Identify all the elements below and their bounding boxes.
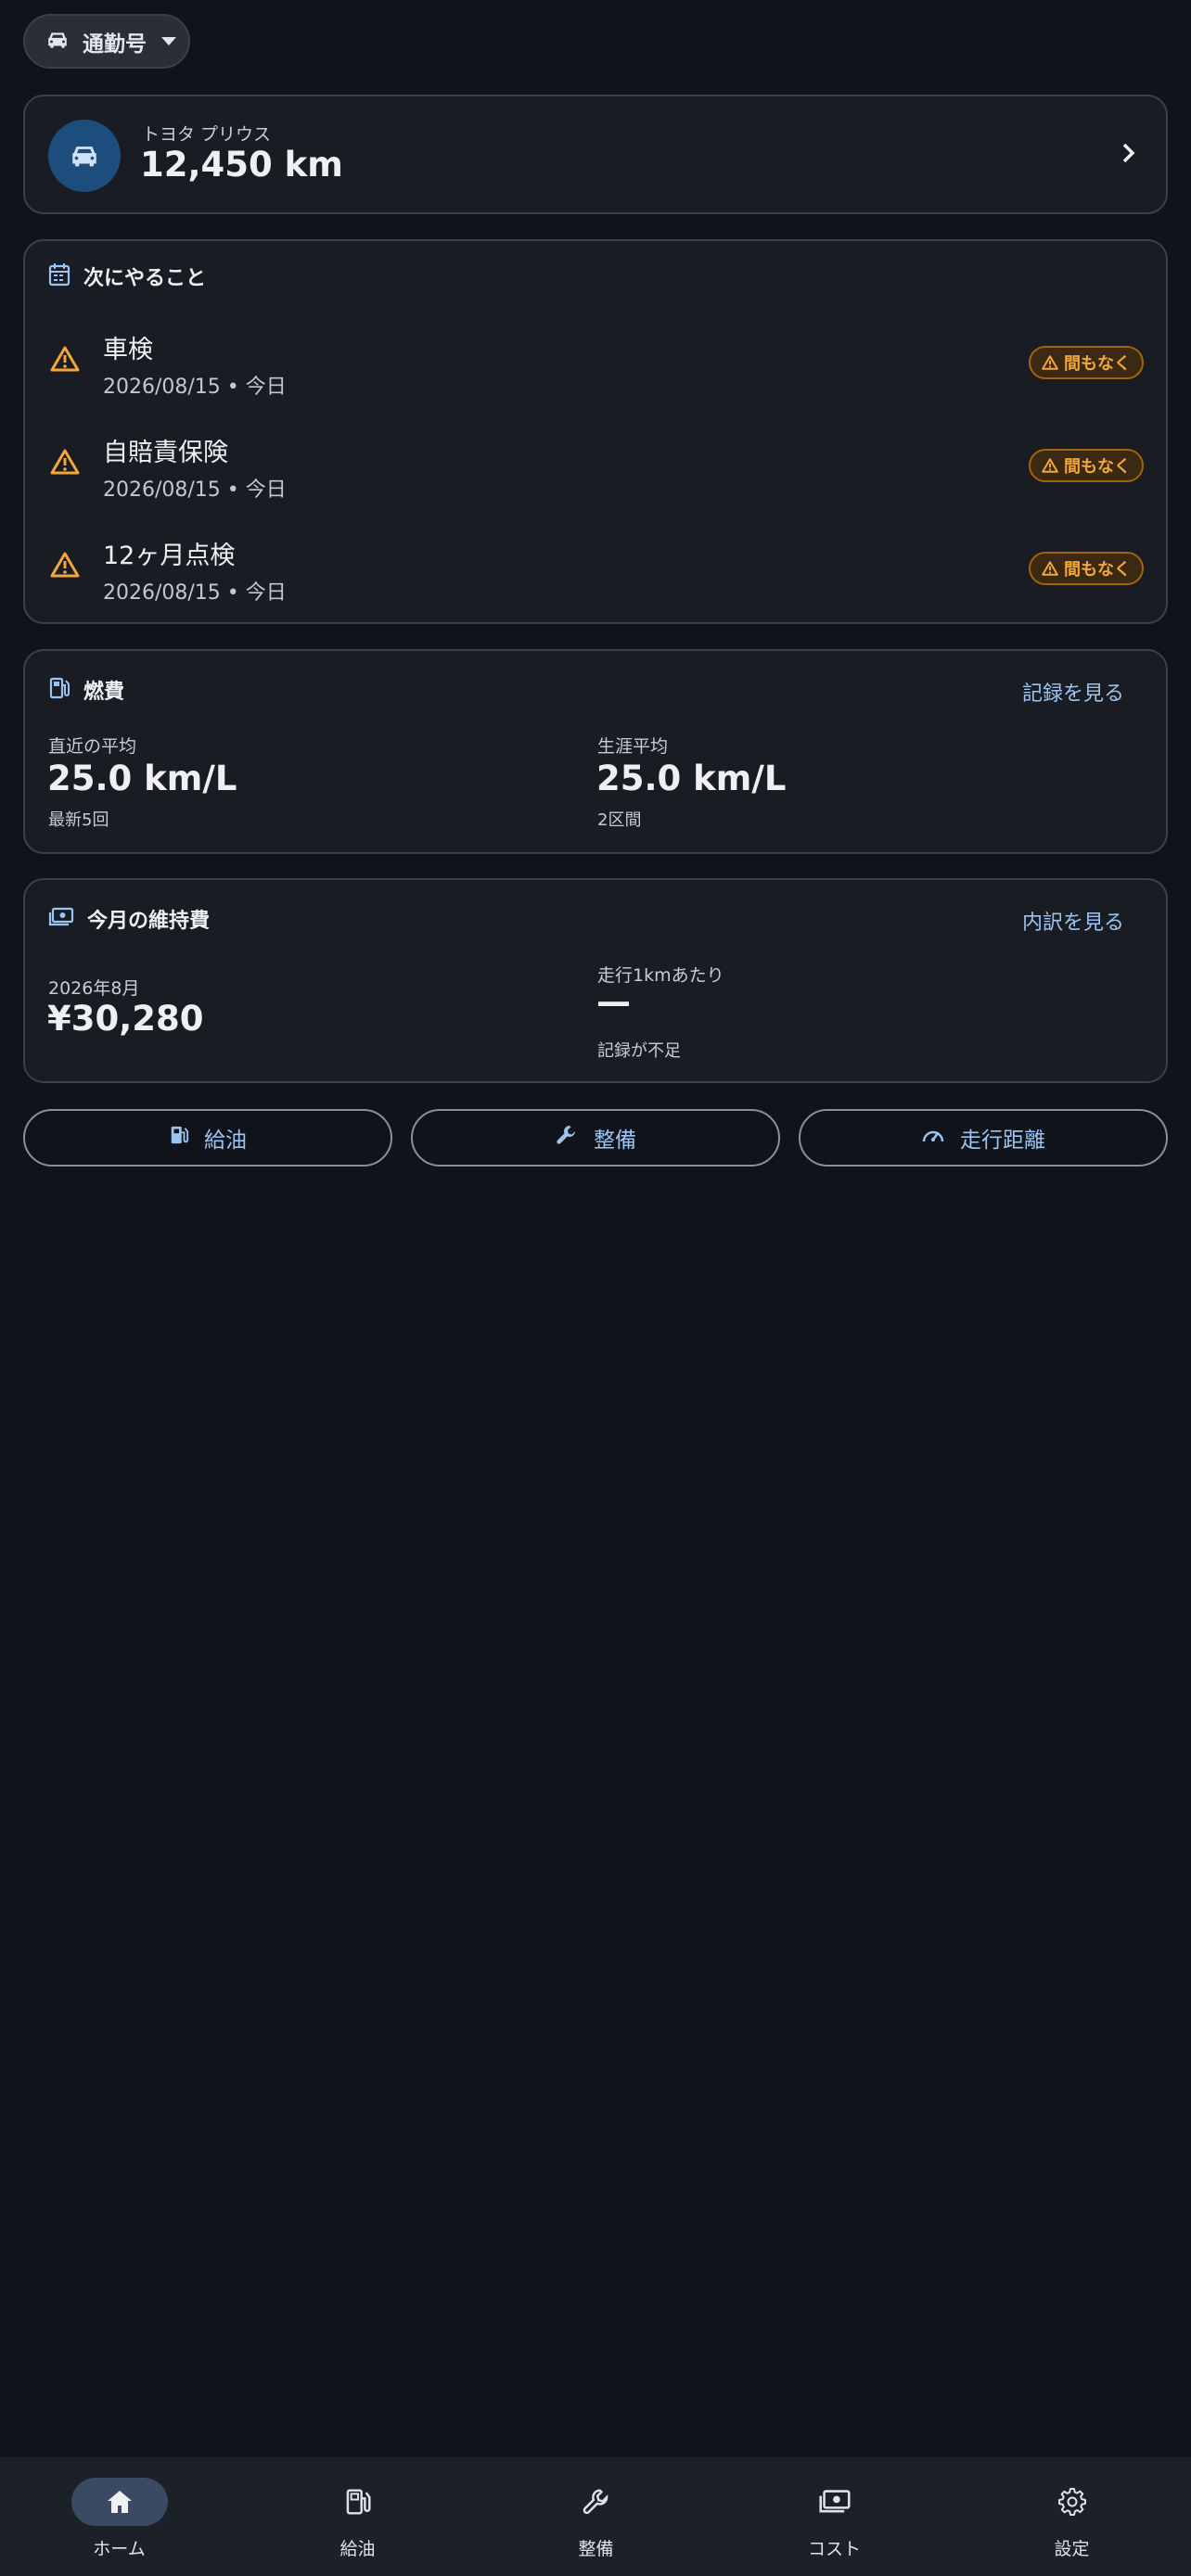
status-badge: 間もなく — [1029, 552, 1144, 585]
vehicle-selector[interactable]: 通勤号 — [23, 14, 190, 69]
gear-icon — [1024, 2478, 1121, 2526]
nav-fuel[interactable]: 給油 — [238, 2457, 477, 2576]
fuel-title: 燃費 — [83, 681, 125, 704]
warning-icon — [1042, 355, 1058, 370]
todo-header: 次にやること — [48, 261, 206, 291]
fuel-pump-icon — [48, 676, 70, 704]
status-badge-label: 間もなく — [1064, 560, 1131, 580]
warning-icon — [1042, 561, 1058, 576]
fuel-pump-icon — [310, 2478, 406, 2526]
recent-average-label: 直近の平均 — [48, 736, 137, 757]
vehicle-card[interactable]: トヨタ プリウス 12,450 km — [23, 95, 1168, 214]
calendar-icon — [48, 262, 70, 290]
per-km-value: — — [596, 982, 631, 1022]
nav-settings-label: 設定 — [1054, 2539, 1090, 2559]
view-records-link[interactable]: 記録を見る — [1022, 677, 1124, 707]
bottom-navigation: ホーム 給油 整備 コスト 設定 — [0, 2457, 1191, 2576]
wrench-icon — [548, 2478, 645, 2526]
add-fuel-label: 給油 — [204, 1129, 247, 1153]
speedometer-icon — [921, 1124, 945, 1152]
nav-maintenance-label: 整備 — [578, 2539, 614, 2559]
per-km-sub: 記録が不足 — [597, 1041, 681, 1061]
add-fuel-button[interactable]: 給油 — [23, 1109, 392, 1167]
recent-average-sub: 最新5回 — [48, 810, 109, 830]
recent-average-value: 25.0 km/L — [47, 759, 237, 798]
todo-item[interactable]: 自賠責保険 2026/08/15 • 今日 間もなく — [25, 423, 1166, 516]
money-icon — [48, 907, 74, 931]
chevron-right-icon — [1120, 139, 1138, 171]
warning-icon — [1042, 458, 1058, 473]
lifetime-average-value: 25.0 km/L — [596, 759, 787, 798]
nav-cost[interactable]: コスト — [715, 2457, 954, 2576]
wrench-icon — [555, 1123, 579, 1153]
fuel-economy-card: 燃費 記録を見る 直近の平均 25.0 km/L 最新5回 生涯平均 25.0 … — [23, 649, 1168, 854]
todo-item[interactable]: 車検 2026/08/15 • 今日 間もなく — [25, 320, 1166, 413]
todo-item[interactable]: 12ヶ月点検 2026/08/15 • 今日 間もなく — [25, 526, 1166, 618]
status-badge-label: 間もなく — [1064, 354, 1131, 374]
todo-item-title: 12ヶ月点検 — [103, 542, 236, 570]
nav-home[interactable]: ホーム — [0, 2457, 238, 2576]
lifetime-average-sub: 2区間 — [597, 810, 642, 830]
fuel-header: 燃費 — [48, 675, 124, 705]
money-icon — [787, 2478, 883, 2526]
todo-item-due: 2026/08/15 • 今日 — [103, 478, 287, 502]
add-mileage-button[interactable]: 走行距離 — [799, 1109, 1168, 1167]
home-screen: 通勤号 トヨタ プリウス 12,450 km 次にやること 車検 2026/08… — [0, 0, 1191, 2576]
vehicle-selector-label: 通勤号 — [83, 32, 147, 57]
view-breakdown-link[interactable]: 内訳を見る — [1022, 906, 1124, 936]
month-cost-value: ¥30,280 — [47, 999, 204, 1039]
add-maintenance-button[interactable]: 整備 — [411, 1109, 780, 1167]
todo-item-title: 車検 — [103, 336, 153, 364]
nav-settings[interactable]: 設定 — [953, 2457, 1191, 2576]
home-icon — [70, 2478, 168, 2526]
todo-item-due: 2026/08/15 • 今日 — [103, 581, 287, 605]
status-badge-label: 間もなく — [1064, 457, 1131, 477]
lifetime-average-label: 生涯平均 — [597, 736, 669, 757]
nav-cost-label: コスト — [807, 2539, 861, 2559]
add-mileage-label: 走行距離 — [960, 1129, 1045, 1153]
month-label: 2026年8月 — [48, 978, 140, 999]
nav-home-label: ホーム — [93, 2539, 146, 2559]
nav-maintenance[interactable]: 整備 — [477, 2457, 715, 2576]
car-icon — [72, 147, 96, 167]
todo-item-title: 自賠責保険 — [103, 439, 228, 467]
nav-fuel-label: 給油 — [339, 2539, 376, 2559]
car-icon — [45, 30, 70, 54]
chevron-down-icon — [161, 37, 176, 45]
cost-header: 今月の維持費 — [48, 904, 210, 934]
warning-icon — [50, 449, 80, 478]
add-maintenance-label: 整備 — [594, 1129, 636, 1153]
todo-item-due: 2026/08/15 • 今日 — [103, 376, 287, 399]
todo-title: 次にやること — [83, 267, 207, 290]
vehicle-odometer: 12,450 km — [140, 145, 343, 185]
vehicle-avatar — [48, 120, 121, 192]
vehicle-name: トヨタ プリウス — [142, 124, 272, 145]
todo-card: 次にやること 車検 2026/08/15 • 今日 間もなく 自賠責保険 202… — [23, 239, 1168, 624]
status-badge: 間もなく — [1029, 449, 1144, 482]
warning-icon — [50, 346, 80, 376]
monthly-cost-card: 今月の維持費 内訳を見る 2026年8月 ¥30,280 走行1kmあたり — … — [23, 878, 1168, 1083]
cost-title: 今月の維持費 — [87, 910, 211, 933]
status-badge: 間もなく — [1029, 346, 1144, 379]
fuel-pump-icon — [169, 1124, 189, 1152]
warning-icon — [50, 552, 80, 581]
